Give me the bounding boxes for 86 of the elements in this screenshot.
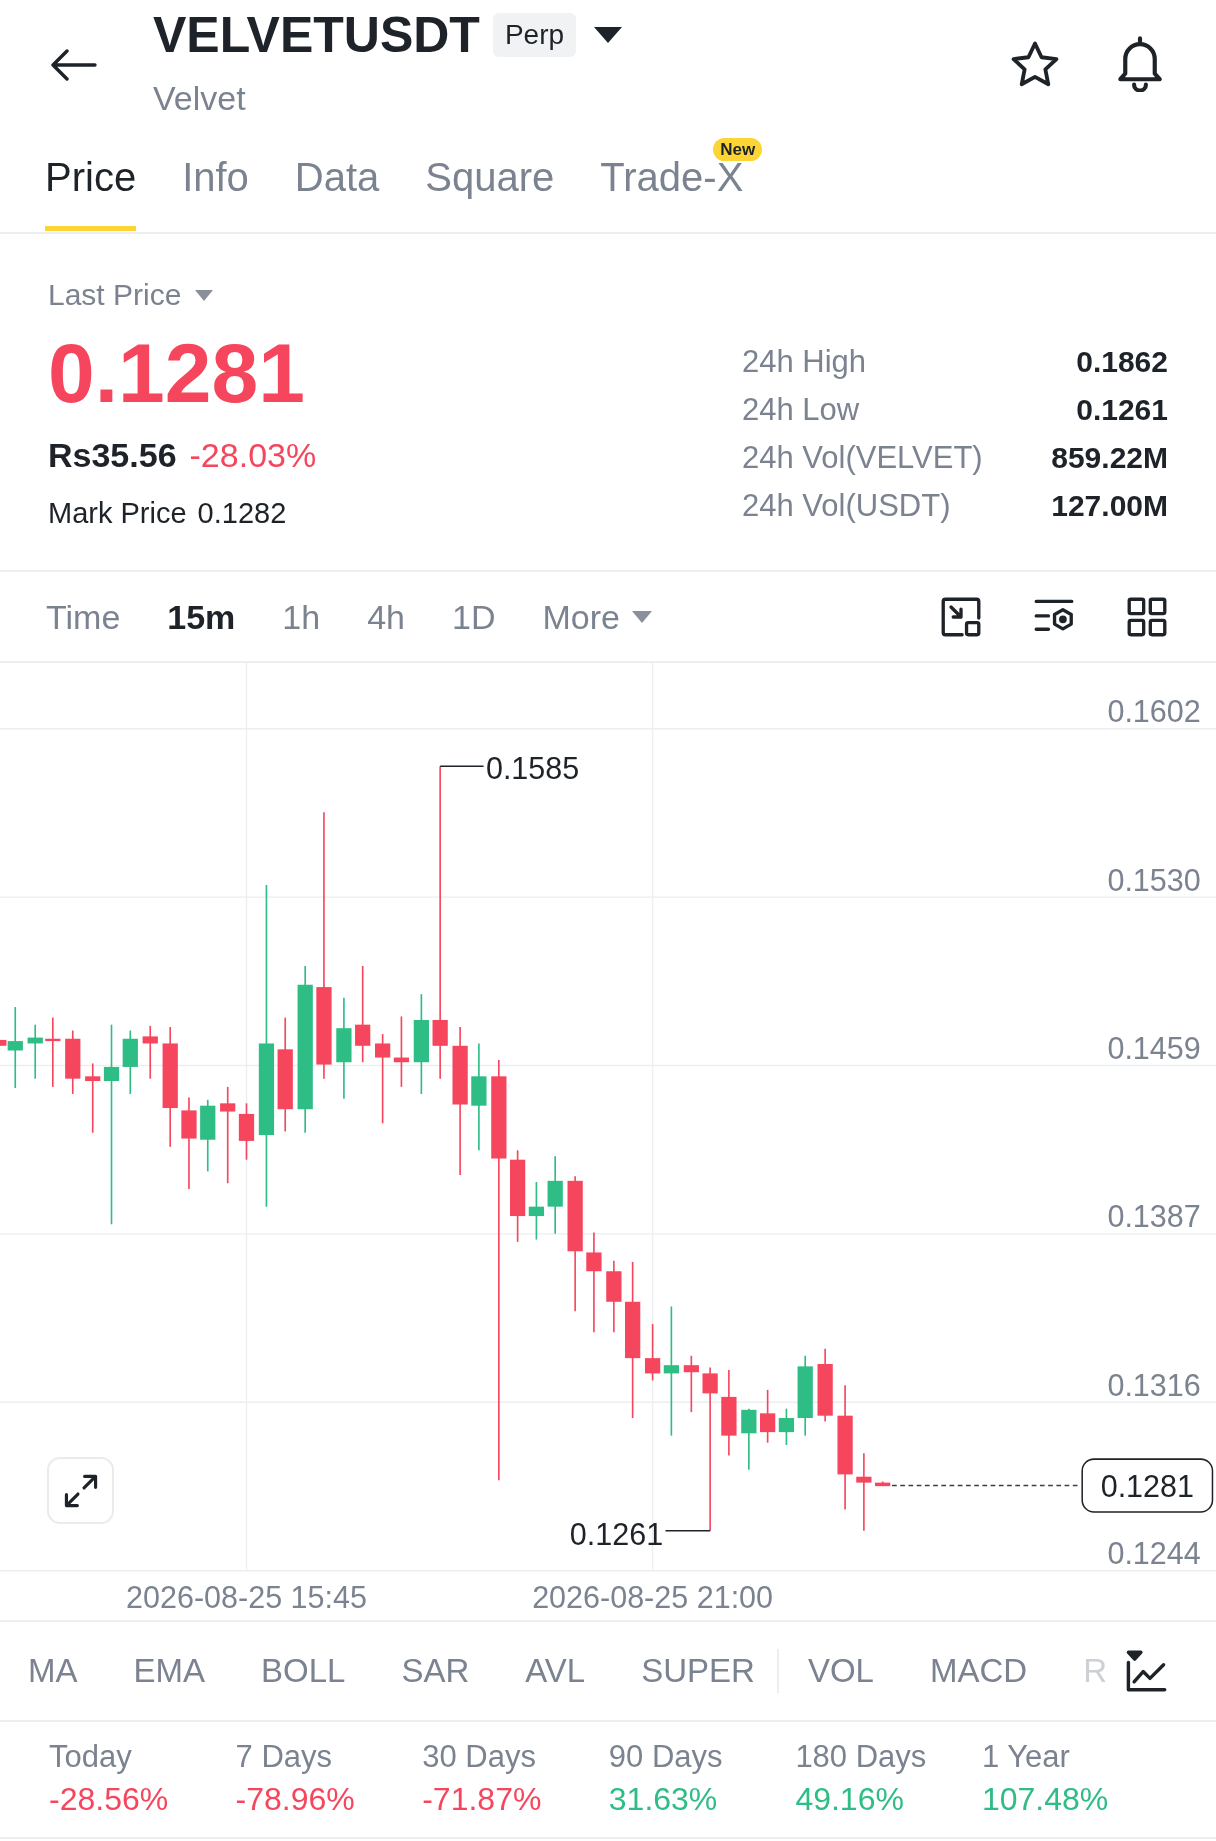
indicator-tab[interactable]: SAR — [401, 1651, 470, 1691]
period-label: 1 Year — [981, 1739, 1070, 1775]
stat-label: 24h Vol(VELVET) — [742, 440, 983, 476]
indicator-tab[interactable]: SUPER — [641, 1651, 755, 1691]
period-label: 7 Days — [235, 1739, 333, 1775]
caret-icon — [195, 289, 214, 301]
dropdown-caret-icon[interactable] — [594, 27, 623, 43]
x-axis-label: 2026-08-25 21:00 — [532, 1579, 774, 1614]
x-axis-label: 2026-08-25 15:45 — [126, 1579, 367, 1614]
candlestick — [142, 1025, 158, 1080]
leader-line — [664, 1530, 711, 1532]
back-arrow-icon[interactable] — [50, 49, 97, 81]
timeframe-tab[interactable]: 1h — [282, 596, 321, 637]
indicator-tab[interactable]: VOL — [807, 1651, 874, 1691]
timeframe-tab[interactable]: 1D — [452, 596, 496, 637]
stat-value: 127.00M — [1051, 488, 1168, 524]
candlestick — [65, 1029, 81, 1095]
mark-price-value: 0.1282 — [197, 496, 287, 531]
candlestick — [760, 1389, 776, 1444]
contract-tag: Perp — [492, 13, 577, 57]
y-axis-label: 0.1244 — [1107, 1536, 1201, 1571]
candlestick — [122, 1029, 138, 1095]
candlestick — [27, 1023, 43, 1080]
y-axis-label: 0.1602 — [1107, 694, 1201, 729]
period-label: 30 Days — [422, 1739, 536, 1775]
indicator-tab[interactable]: AVL — [525, 1651, 586, 1691]
stat-label: 24h Vol(USDT) — [742, 488, 951, 524]
last-price-tag: 0.1281 — [1081, 1458, 1214, 1513]
pair-title: VELVETUSDT — [153, 6, 480, 64]
period-change: 107.48% — [981, 1780, 1109, 1818]
candlestick — [528, 1181, 545, 1241]
tab[interactable]: Square — [425, 128, 555, 231]
last-price: 0.1281 — [48, 328, 305, 418]
high-price-label: 0.1585 — [485, 750, 580, 785]
star-icon[interactable] — [1011, 41, 1059, 87]
stat-label: 24h Low — [742, 392, 860, 428]
stat-value: 0.1261 — [1076, 392, 1168, 428]
caret-icon — [631, 610, 652, 623]
bell-icon[interactable] — [1117, 36, 1163, 92]
candlestick — [45, 1016, 61, 1088]
indicator-tab[interactable]: MA — [28, 1651, 78, 1691]
period-change: 31.63% — [608, 1780, 718, 1818]
candlestick — [238, 1102, 255, 1161]
period-label: Today — [49, 1739, 132, 1775]
y-axis-label: 0.1530 — [1107, 862, 1201, 897]
line-chart-icon[interactable] — [1125, 1650, 1167, 1692]
fiat-price: Rs35.56 — [48, 435, 177, 475]
indicator-tab[interactable]: EMA — [133, 1651, 205, 1691]
expand-arrows-icon — [63, 1473, 98, 1508]
timeframe-tab[interactable]: Time — [46, 596, 121, 637]
low-price-label: 0.1261 — [569, 1517, 664, 1552]
timeframe-tab[interactable]: 4h — [367, 596, 405, 637]
tab[interactable]: Info — [182, 128, 249, 231]
candlestick — [683, 1355, 699, 1413]
period-change: -28.56% — [49, 1780, 169, 1818]
candlestick — [778, 1407, 795, 1446]
leader-line — [439, 765, 485, 768]
y-axis-label: 0.1316 — [1107, 1367, 1201, 1402]
stat-value: 859.22M — [1051, 440, 1168, 476]
pair-subtitle: Velvet — [153, 78, 247, 118]
candlestick — [85, 1062, 101, 1134]
period-label: 90 Days — [608, 1739, 723, 1775]
stat-value: 0.1862 — [1076, 344, 1168, 380]
candlestick — [741, 1407, 757, 1471]
period-change: -71.87% — [422, 1780, 542, 1818]
mark-price-label: Mark Price — [48, 496, 187, 531]
tab[interactable]: Data — [294, 128, 380, 231]
stat-label: 24h High — [742, 344, 867, 380]
y-axis-label: 0.1387 — [1107, 1199, 1201, 1234]
period-label: 180 Days — [795, 1739, 927, 1775]
new-badge: New — [713, 138, 763, 161]
grid-icon[interactable] — [1127, 596, 1167, 637]
indicator-tab[interactable]: BOLL — [261, 1651, 346, 1691]
indicator-tab[interactable]: MACD — [929, 1651, 1028, 1691]
price-change: -28.03% — [189, 435, 317, 475]
corner-arrow-icon[interactable] — [941, 596, 981, 637]
period-change: 49.16% — [795, 1780, 904, 1818]
y-axis-label: 0.1459 — [1107, 1030, 1201, 1065]
more-dropdown[interactable]: More — [542, 596, 652, 637]
expand-button[interactable] — [47, 1457, 114, 1524]
candlestick — [875, 1480, 891, 1487]
price-type-dropdown[interactable]: Last Price — [48, 277, 214, 313]
period-change: -78.96% — [235, 1780, 355, 1818]
candlestick — [644, 1323, 661, 1382]
tab[interactable]: Price — [45, 128, 137, 231]
timeframe-tab[interactable]: 15m — [167, 596, 236, 637]
